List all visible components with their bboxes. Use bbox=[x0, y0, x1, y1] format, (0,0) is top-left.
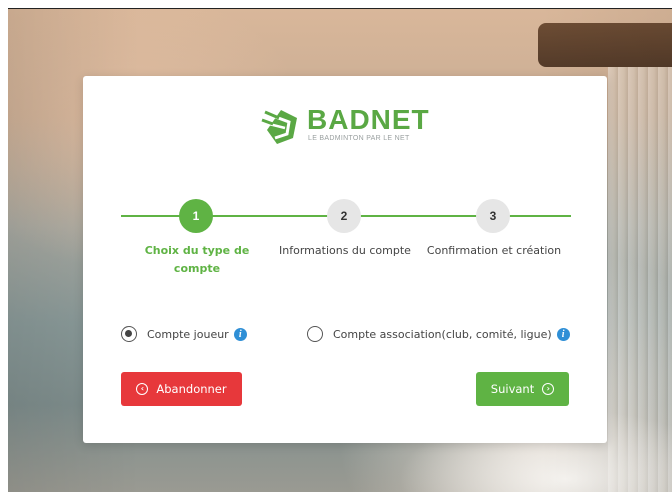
badnet-logo: BADNET LE BADMINTON PAR LE NET bbox=[259, 104, 439, 148]
association-account-radio[interactable] bbox=[307, 326, 323, 342]
info-icon[interactable]: i bbox=[233, 327, 247, 341]
stepper: 1 Choix du type de compte 2 Informations… bbox=[121, 194, 571, 275]
brand-name: BADNET bbox=[307, 104, 430, 135]
next-button-label: Suivant bbox=[490, 382, 535, 396]
step-2-label: Informations du compte bbox=[279, 244, 411, 257]
shuttlecock-logo-icon bbox=[261, 110, 297, 144]
brand-tagline: LE BADMINTON PAR LE NET bbox=[308, 135, 410, 142]
step-2-circle: 2 bbox=[327, 199, 361, 233]
chevron-right-circle-icon: › bbox=[542, 383, 555, 395]
player-account-label: Compte joueur bbox=[147, 327, 229, 341]
step-1-label: Choix du type de compte bbox=[144, 244, 250, 275]
info-icon[interactable]: i bbox=[556, 327, 570, 341]
step-3-circle: 3 bbox=[476, 199, 510, 233]
next-button[interactable]: Suivant › bbox=[476, 372, 569, 406]
abandon-button[interactable]: ‹ Abandonner bbox=[121, 372, 242, 406]
signup-card: BADNET LE BADMINTON PAR LE NET 1 Choix d… bbox=[83, 76, 607, 443]
option-player-account[interactable]: Compte joueur i bbox=[121, 323, 247, 345]
abandon-button-label: Abandonner bbox=[156, 382, 227, 396]
shuttlecock-cork bbox=[538, 23, 672, 67]
step-3-label: Confirmation et création bbox=[426, 244, 562, 257]
shuttlecock-feathers bbox=[608, 67, 672, 492]
step-1-circle: 1 bbox=[179, 199, 213, 233]
player-account-radio[interactable] bbox=[121, 326, 137, 342]
option-association-account[interactable]: Compte association(club, comité, ligue) … bbox=[307, 323, 570, 345]
association-account-label: Compte association(club, comité, ligue) bbox=[333, 327, 552, 341]
chevron-left-circle-icon: ‹ bbox=[136, 383, 149, 395]
